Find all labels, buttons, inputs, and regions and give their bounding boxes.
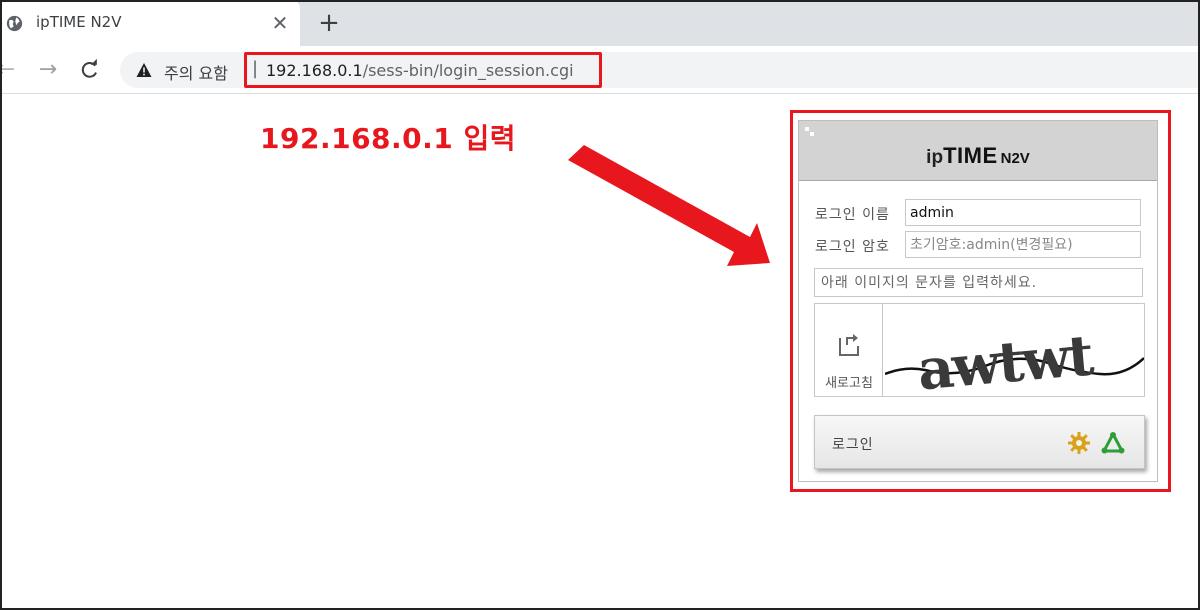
brand-model: N2V xyxy=(1000,150,1030,167)
username-label: 로그인 이름 xyxy=(815,207,890,223)
captcha-input[interactable] xyxy=(814,268,1143,297)
corner-decoration-icon xyxy=(805,127,814,136)
brand-ip: ip xyxy=(926,147,944,168)
brand-time: TIME xyxy=(943,143,998,168)
login-button-label: 로그인 xyxy=(832,437,874,453)
login-panel: ipTIMEN2V 로그인 이름 로그인 암호 새로고침 awtwt 로그인 xyxy=(798,120,1158,482)
refresh-label: 새로고침 xyxy=(825,376,873,391)
password-label: 로그인 암호 xyxy=(815,239,890,255)
network-icon[interactable] xyxy=(1101,431,1125,455)
captcha-refresh-button[interactable]: 새로고침 xyxy=(815,304,883,396)
gear-icon[interactable] xyxy=(1067,431,1091,455)
captcha-image: awtwt xyxy=(885,322,1144,394)
username-input[interactable] xyxy=(905,199,1141,226)
panel-header: ipTIME N2V xyxy=(799,121,1157,181)
refresh-icon xyxy=(839,334,859,356)
captcha-text: awtwt xyxy=(915,322,1097,394)
login-button[interactable]: 로그인 xyxy=(814,415,1145,469)
captcha-box: 새로고침 awtwt xyxy=(814,303,1145,397)
password-input[interactable] xyxy=(905,231,1141,258)
brand-logo: ipTIME N2V xyxy=(799,143,1157,169)
